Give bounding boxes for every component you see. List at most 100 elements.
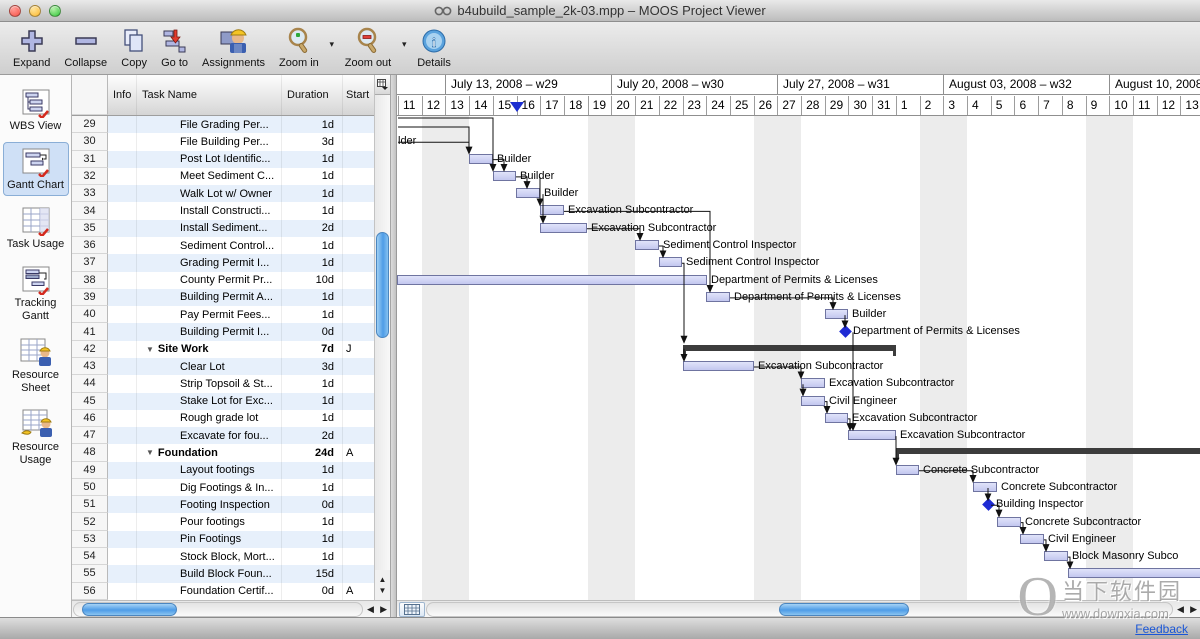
details-button[interactable]: i Details (410, 25, 458, 70)
zoom-in-dropdown-arrow[interactable]: ▾ (326, 29, 338, 59)
table-row[interactable]: 34Install Constructi...1d (72, 202, 374, 219)
sidebar-item-tracking-gantt[interactable]: Tracking Gantt (3, 260, 69, 327)
table-row[interactable]: 36Sediment Control...1d (72, 237, 374, 254)
gantt-task-bar[interactable] (683, 361, 754, 371)
gantt-task-bar[interactable] (801, 378, 825, 388)
column-header-duration[interactable]: Duration (282, 75, 343, 115)
gantt-task-bar[interactable] (801, 396, 825, 406)
gantt-task-bar[interactable] (397, 275, 707, 285)
gantt-task-bar[interactable] (469, 154, 493, 164)
table-row[interactable]: 30File Building Per...3d (72, 133, 374, 150)
table-row[interactable]: 43Clear Lot3d (72, 358, 374, 375)
scroll-down-arrow[interactable]: ▼ (379, 586, 387, 595)
gantt-milestone[interactable] (839, 326, 852, 339)
table-row[interactable]: 44Strip Topsoil & St...1d (72, 375, 374, 392)
table-row[interactable]: 31Post Lot Identific...1d (72, 151, 374, 168)
gantt-task-bar[interactable] (540, 205, 564, 215)
table-row[interactable]: 49Layout footings1d (72, 462, 374, 479)
gantt-task-bar[interactable] (1044, 551, 1068, 561)
vertical-scroll-track[interactable] (375, 95, 390, 570)
sidebar-item-resource-sheet[interactable]: Resource Sheet (3, 332, 69, 399)
table-row[interactable]: 38County Permit Pr...10d (72, 272, 374, 289)
sidebar-item-gantt-chart[interactable]: Gantt Chart (3, 142, 69, 196)
assignments-button[interactable]: Assignments (195, 25, 272, 70)
table-row[interactable]: 56Foundation Certif...0dA (72, 583, 374, 600)
table-row[interactable]: 33Walk Lot w/ Owner1d (72, 185, 374, 202)
zoom-out-dropdown-arrow[interactable]: ▾ (398, 29, 410, 59)
table-hscroll-thumb[interactable] (82, 603, 177, 616)
chart-grid-button[interactable] (399, 602, 425, 617)
info-cell (108, 151, 137, 168)
gantt-task-bar[interactable] (1068, 568, 1200, 578)
collapse-caret[interactable]: ▼ (146, 448, 154, 457)
table-row[interactable]: 48▼Foundation24dA (72, 444, 374, 461)
zoom-out-button[interactable]: Zoom out (338, 25, 398, 70)
column-header-num[interactable] (72, 75, 108, 115)
column-header-task-name[interactable]: Task Name (137, 75, 282, 115)
sidebar-item-label: Tracking Gantt (5, 297, 67, 323)
goto-button[interactable]: Go to (154, 25, 195, 70)
sidebar-item-wbs-view[interactable]: WBS View (3, 83, 69, 137)
vertical-scroll-thumb[interactable] (376, 232, 389, 338)
day-header-cell: 4 (967, 96, 991, 116)
feedback-link[interactable]: Feedback (1135, 622, 1188, 636)
table-row[interactable]: 37Grading Permit I...1d (72, 254, 374, 271)
table-row[interactable]: 42▼Site Work7dJ (72, 341, 374, 358)
gantt-bar-label: Civil Engineer (829, 393, 897, 410)
column-chooser-button[interactable] (375, 75, 390, 95)
table-row[interactable]: 52Pour footings1d (72, 513, 374, 530)
table-row[interactable]: 32Meet Sediment C...1d (72, 168, 374, 185)
table-row[interactable]: 46Rough grade lot1d (72, 410, 374, 427)
gantt-milestone[interactable] (982, 498, 995, 511)
gantt-task-bar[interactable] (997, 517, 1021, 527)
gantt-task-bar[interactable] (1020, 534, 1044, 544)
table-row[interactable]: 40Pay Permit Fees...1d (72, 306, 374, 323)
gantt-task-bar[interactable] (540, 223, 587, 233)
zoom-in-button[interactable]: Zoom in (272, 25, 326, 70)
table-row[interactable]: 39Building Permit A...1d (72, 289, 374, 306)
chart-hscroll-track[interactable] (426, 602, 1173, 617)
start-cell (343, 272, 374, 289)
gantt-task-bar[interactable] (516, 188, 540, 198)
chart-hscroll-thumb[interactable] (779, 603, 909, 616)
table-row[interactable]: 47Excavate for fou...2d (72, 427, 374, 444)
wbs-view-icon (21, 88, 51, 118)
scroll-left-arrow[interactable]: ◀ (1177, 604, 1184, 615)
copy-button[interactable]: Copy (114, 25, 154, 70)
table-row[interactable]: 51Footing Inspection0d (72, 496, 374, 513)
gantt-task-bar[interactable] (706, 292, 730, 302)
column-header-info[interactable]: Info (108, 75, 137, 115)
table-row[interactable]: 29File Grading Per...1d (72, 116, 374, 133)
sidebar-item-resource-usage[interactable]: Resource Usage (3, 404, 69, 471)
gantt-task-bar[interactable] (825, 309, 848, 319)
sidebar-item-task-usage[interactable]: Task Usage (3, 201, 69, 255)
table-row[interactable]: 54Stock Block, Mort...1d (72, 548, 374, 565)
expand-button[interactable]: Expand (6, 25, 57, 70)
scroll-left-arrow[interactable]: ◀ (367, 604, 374, 615)
scroll-up-arrow[interactable]: ▲ (379, 575, 387, 584)
scroll-right-arrow[interactable]: ▶ (1190, 604, 1197, 615)
scroll-right-arrow[interactable]: ▶ (380, 604, 387, 615)
gantt-task-bar[interactable] (659, 257, 682, 267)
table-row[interactable]: 35Install Sediment...2d (72, 220, 374, 237)
gantt-task-bar[interactable] (848, 430, 896, 440)
day-header-cell: 26 (754, 96, 778, 116)
gantt-task-bar[interactable] (973, 482, 997, 492)
gantt-task-bar[interactable] (635, 240, 659, 250)
gantt-task-bar[interactable] (896, 465, 919, 475)
table-hscroll-track[interactable] (73, 602, 363, 617)
collapse-button[interactable]: Collapse (57, 25, 114, 70)
start-cell (343, 168, 374, 185)
table-row[interactable]: 45Stake Lot for Exc...1d (72, 393, 374, 410)
collapse-caret[interactable]: ▼ (146, 345, 154, 354)
gantt-task-bar[interactable] (493, 171, 516, 181)
gantt-summary-bar[interactable] (683, 345, 896, 351)
table-row[interactable]: 50Dig Footings & In...1d (72, 479, 374, 496)
gantt-summary-bar[interactable] (896, 448, 1200, 454)
panel-splitter[interactable] (390, 75, 397, 617)
table-row[interactable]: 53Pin Footings1d (72, 531, 374, 548)
table-row[interactable]: 41Building Permit I...0d (72, 323, 374, 340)
column-header-start[interactable]: Start (343, 75, 374, 115)
table-row[interactable]: 55Build Block Foun...15d (72, 565, 374, 582)
gantt-task-bar[interactable] (825, 413, 848, 423)
